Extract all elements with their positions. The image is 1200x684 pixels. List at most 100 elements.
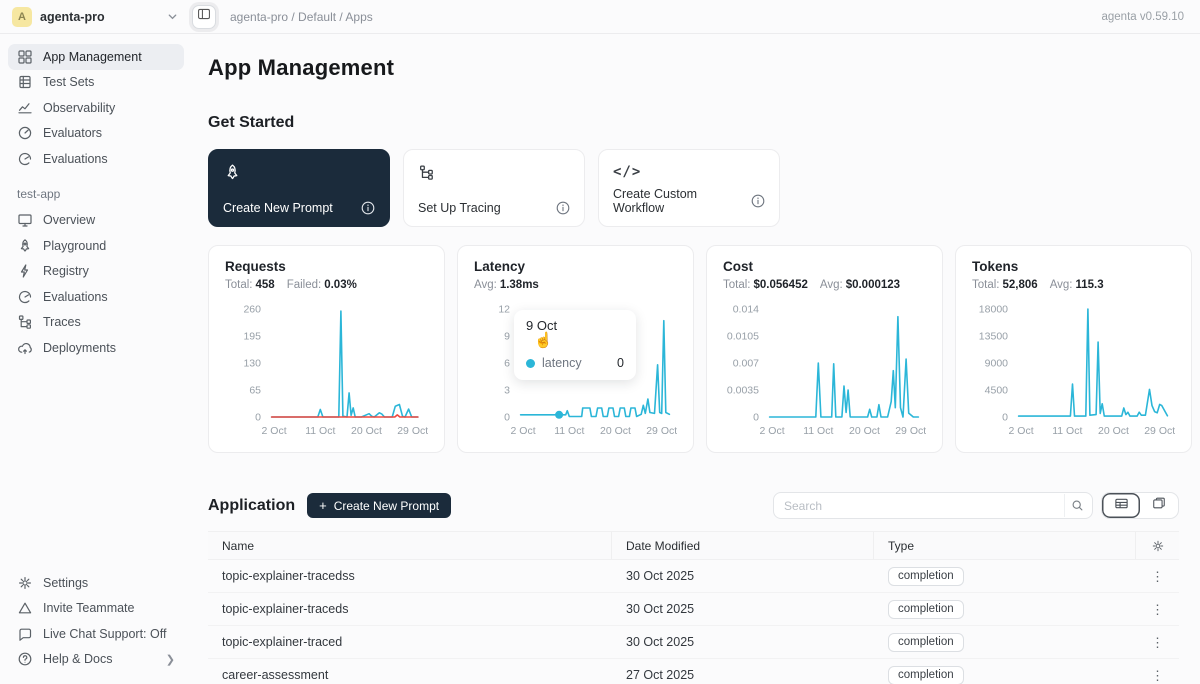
column-header-type: Type: [874, 532, 1136, 559]
sidebar-item-app-management[interactable]: App Management: [8, 44, 184, 70]
chart-title: Tokens: [972, 259, 1175, 274]
svg-text:65: 65: [249, 385, 261, 397]
svg-text:4500: 4500: [985, 385, 1009, 397]
search-icon[interactable]: [1064, 494, 1090, 517]
sidebar-item-registry[interactable]: Registry: [8, 259, 184, 285]
chevron-right-icon: ❯: [166, 653, 175, 666]
latency-chart-card: Latency Avg:1.38ms 1296302 Oct11 Oct20 O…: [457, 245, 694, 453]
sidebar-item-playground[interactable]: Playground: [8, 233, 184, 259]
search-box: [773, 492, 1093, 519]
row-menu-kebab-icon[interactable]: ⋮: [1151, 570, 1164, 583]
type-badge: completion: [888, 666, 964, 684]
chart-stat: Total:$0.056452: [723, 279, 808, 291]
svg-text:0.0105: 0.0105: [727, 331, 759, 343]
chart-tooltip: 9 Oct ☝ latency 0: [514, 310, 636, 380]
svg-text:0: 0: [753, 412, 759, 424]
info-icon[interactable]: [751, 194, 765, 208]
table-row[interactable]: career-assessment27 Oct 2025completion⋮: [208, 659, 1179, 684]
info-icon[interactable]: [361, 201, 375, 215]
sidebar-item-invite-teammate[interactable]: Invite Teammate: [8, 596, 184, 622]
create-new-prompt-button[interactable]: + Create New Prompt: [307, 493, 451, 518]
workspace-selector[interactable]: A agenta-pro: [12, 7, 178, 27]
sidebar-item-label: Evaluations: [43, 290, 108, 304]
table-row[interactable]: topic-explainer-traced30 Oct 2025complet…: [208, 626, 1179, 659]
view-toggle: [1101, 492, 1179, 519]
triangle-icon: [17, 600, 33, 616]
speedometer-icon: [17, 151, 33, 167]
sidebar-item-label: App Management: [43, 50, 142, 64]
svg-text:0: 0: [504, 412, 510, 424]
info-icon[interactable]: [556, 201, 570, 215]
svg-text:0.007: 0.007: [733, 358, 759, 370]
sidebar-item-evaluations[interactable]: Evaluations: [8, 146, 184, 172]
sidebar-item-evaluators[interactable]: Evaluators: [8, 121, 184, 147]
tooltip-value: 0: [591, 356, 624, 370]
hand-cursor-icon: ☝: [534, 333, 624, 348]
table-row[interactable]: topic-explainer-tracedss30 Oct 2025compl…: [208, 560, 1179, 593]
code-icon: </>: [613, 162, 765, 182]
sidebar-item-overview[interactable]: Overview: [8, 208, 184, 234]
svg-text:0: 0: [255, 412, 261, 424]
card-view-button[interactable]: [1140, 493, 1178, 518]
chart-stat: Total:458: [225, 279, 275, 291]
sidebar-item-label: Test Sets: [43, 75, 94, 89]
chart-stats: Total:458Failed:0.03%: [225, 279, 428, 291]
sidebar-item-label: Evaluations: [43, 152, 108, 166]
chart-line-icon: [17, 100, 33, 116]
sidebar-item-settings[interactable]: Settings: [8, 570, 184, 596]
create-custom-workflow-card[interactable]: </> Create Custom Workflow: [598, 149, 780, 227]
chart-title: Requests: [225, 259, 428, 274]
sidebar-item-label: Evaluators: [43, 126, 102, 140]
svg-text:0.014: 0.014: [733, 304, 759, 316]
row-menu-kebab-icon[interactable]: ⋮: [1151, 636, 1164, 649]
date-modified-cell: 30 Oct 2025: [612, 635, 874, 649]
row-menu-kebab-icon[interactable]: ⋮: [1151, 603, 1164, 616]
get-started-cards: Create New Prompt Set Up Tracing: [208, 149, 1179, 227]
svg-text:20 Oct: 20 Oct: [849, 425, 880, 437]
app-name-cell: topic-explainer-tracedss: [208, 569, 612, 583]
chart-title: Cost: [723, 259, 926, 274]
sidebar-item-label: Observability: [43, 101, 115, 115]
search-input[interactable]: [774, 499, 1064, 513]
chart-stat: Total:52,806: [972, 279, 1038, 291]
table-row[interactable]: topic-explainer-traceds30 Oct 2025comple…: [208, 593, 1179, 626]
sidebar-item-label: Deployments: [43, 341, 116, 355]
sidebar-item-traces[interactable]: Traces: [8, 310, 184, 336]
monitor-icon: [17, 212, 33, 228]
requests-chart: 2601951306502 Oct11 Oct20 Oct29 Oct: [225, 299, 428, 444]
type-cell: completion: [874, 633, 1136, 652]
card-view-icon: [1152, 496, 1166, 515]
table-settings-gear-icon[interactable]: [1151, 539, 1165, 553]
table-view-button[interactable]: [1102, 493, 1140, 518]
sidebar-item-test-sets[interactable]: Test Sets: [8, 70, 184, 96]
sidebar-item-label: Settings: [43, 576, 88, 590]
tooltip-date: 9 Oct: [526, 318, 624, 333]
sidebar-item-observability[interactable]: Observability: [8, 95, 184, 121]
topbar: A agenta-pro agenta-pro / Default / Apps…: [0, 0, 1200, 34]
plus-icon: +: [319, 499, 327, 512]
breadcrumb[interactable]: agenta-pro / Default / Apps: [230, 10, 373, 24]
gauge-icon: [17, 125, 33, 141]
svg-text:0.0035: 0.0035: [727, 385, 759, 397]
sidebar-item-deployments[interactable]: Deployments: [8, 335, 184, 361]
table-icon: [17, 74, 33, 90]
application-header: Application + Create New Prompt: [208, 492, 1179, 519]
workspace-avatar: A: [12, 7, 32, 27]
lightning-icon: [17, 263, 33, 279]
sidebar-item-label: Live Chat Support: Off: [43, 627, 166, 641]
create-new-prompt-card[interactable]: Create New Prompt: [208, 149, 390, 227]
row-menu-kebab-icon[interactable]: ⋮: [1151, 669, 1164, 682]
application-heading: Application: [208, 497, 295, 515]
sidebar-item-label: Invite Teammate: [43, 601, 134, 615]
svg-text:18000: 18000: [979, 304, 1008, 316]
sidebar-item-help-docs[interactable]: Help & Docs❯: [8, 647, 184, 673]
sidebar-item-live-chat-support-off[interactable]: Live Chat Support: Off: [8, 621, 184, 647]
column-header-name: Name: [208, 532, 612, 559]
requests-chart-card: Requests Total:458Failed:0.03% 260195130…: [208, 245, 445, 453]
set-up-tracing-card[interactable]: Set Up Tracing: [403, 149, 585, 227]
tokens-chart: 18000135009000450002 Oct11 Oct20 Oct29 O…: [972, 299, 1175, 444]
chart-stat: Avg:$0.000123: [820, 279, 900, 291]
create-button-label: Create New Prompt: [334, 499, 439, 513]
sidebar-item-evaluations[interactable]: Evaluations: [8, 284, 184, 310]
sidebar-collapse-button[interactable]: [192, 5, 216, 29]
